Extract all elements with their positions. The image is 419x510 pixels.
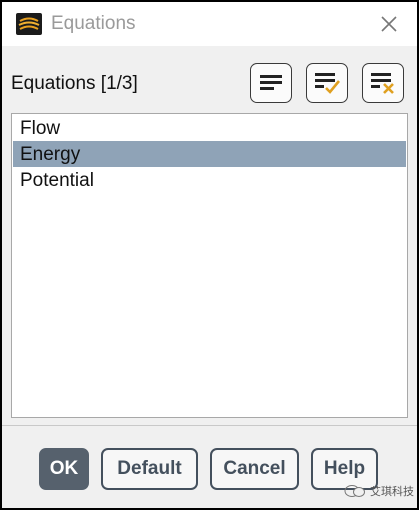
watermark: 艾琪科技: [344, 483, 414, 499]
wechat-icon: [344, 485, 365, 497]
cancel-button[interactable]: Cancel: [210, 448, 299, 490]
ok-button[interactable]: OK: [39, 448, 89, 490]
equations-dialog: Equations Equations [1/3] Flow Energy Po…: [0, 0, 419, 510]
select-checked-button[interactable]: [306, 63, 348, 103]
list-item-flow[interactable]: Flow: [13, 115, 406, 141]
list-item-energy[interactable]: Energy: [13, 141, 406, 167]
select-all-icon: [260, 75, 282, 90]
select-all-button[interactable]: [250, 63, 292, 103]
list-x-icon: [371, 73, 394, 94]
title-bar: Equations: [2, 2, 417, 46]
equations-list[interactable]: Flow Energy Potential: [11, 113, 408, 418]
close-icon: [381, 16, 397, 32]
window-title: Equations: [51, 13, 136, 34]
app-icon: [16, 13, 42, 35]
watermark-text: 艾琪科技: [370, 486, 414, 498]
deselect-all-button[interactable]: [362, 63, 404, 103]
close-button[interactable]: [374, 10, 404, 38]
equations-count-label: Equations [1/3]: [11, 73, 138, 94]
list-item-potential[interactable]: Potential: [13, 167, 406, 193]
list-check-icon: [315, 73, 341, 94]
default-button[interactable]: Default: [101, 448, 198, 490]
footer-divider: [2, 425, 417, 426]
